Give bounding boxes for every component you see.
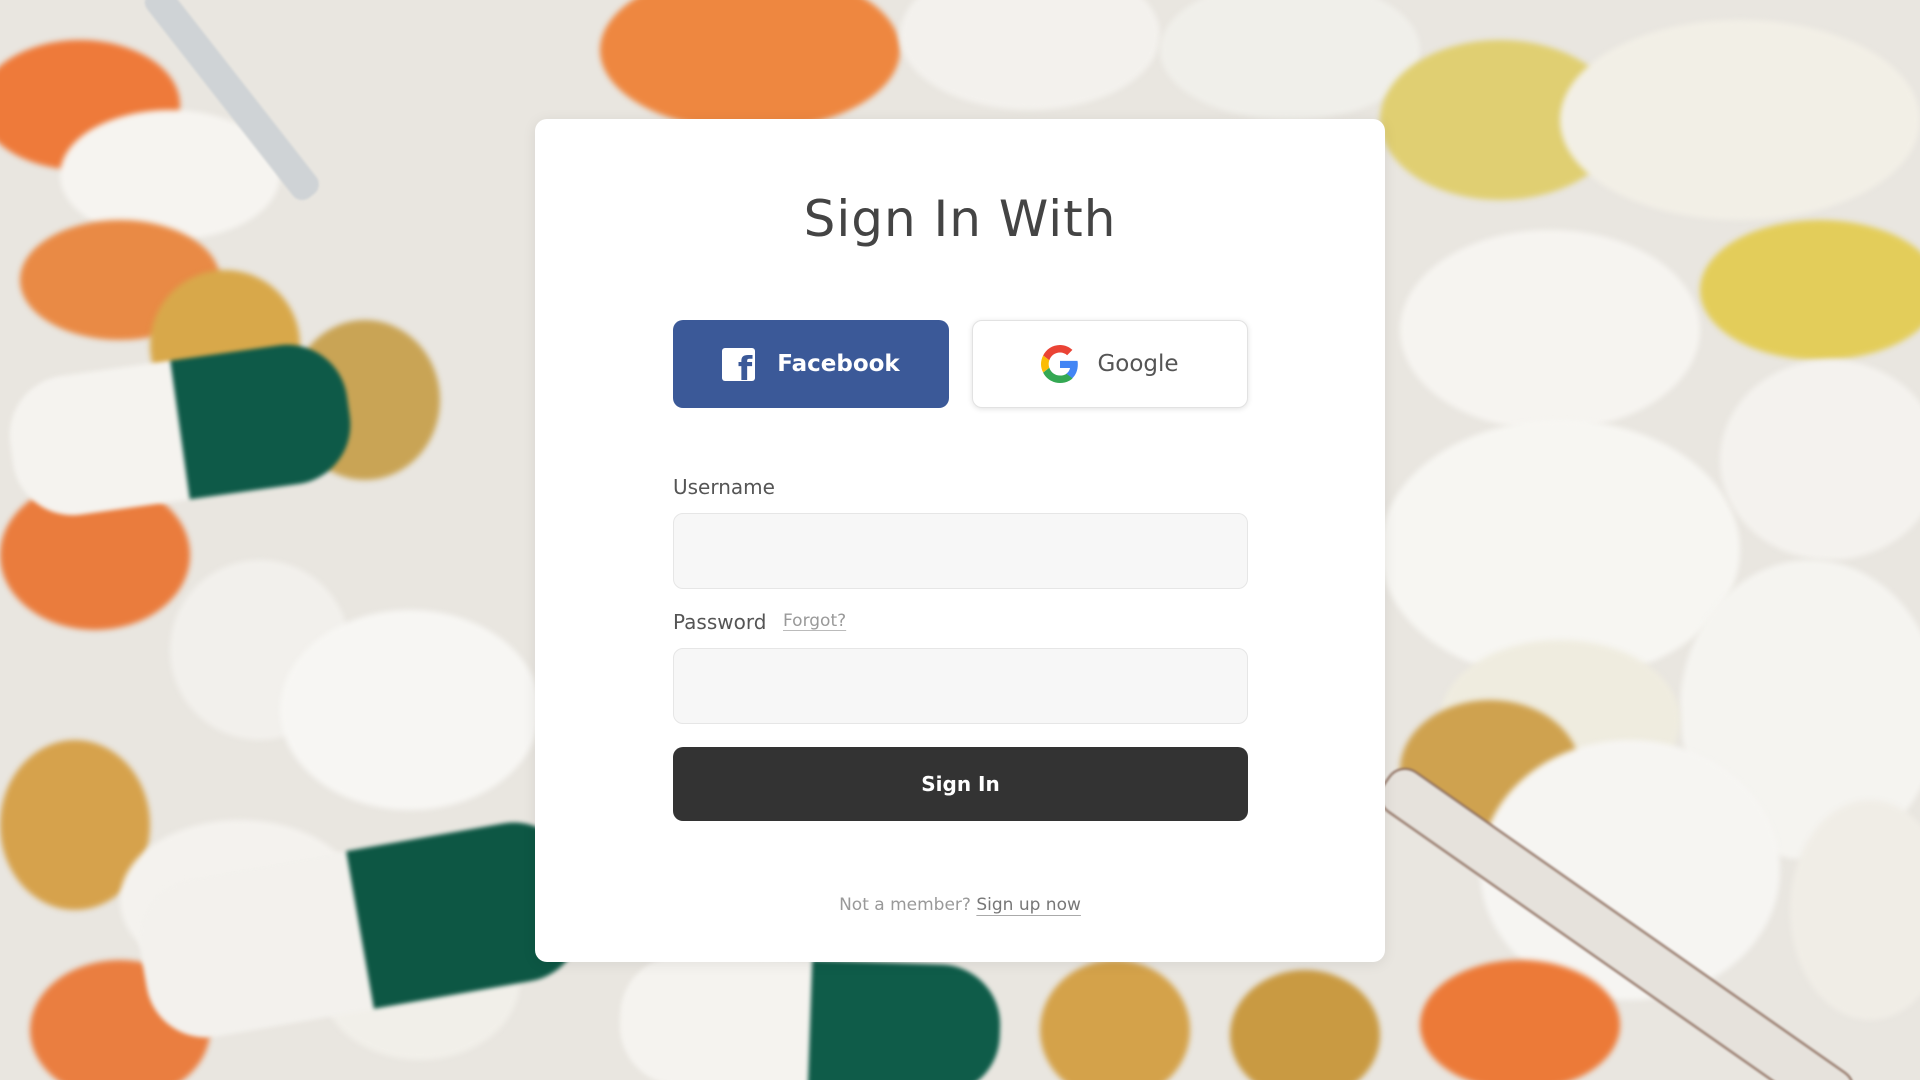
sign-up-link[interactable]: Sign up now: [976, 895, 1081, 915]
google-login-button[interactable]: Google: [972, 320, 1248, 408]
facebook-button-label: Facebook: [777, 351, 900, 377]
forgot-password-link[interactable]: Forgot?: [783, 611, 846, 631]
username-label: Username: [673, 475, 775, 499]
facebook-icon: f: [722, 347, 756, 381]
signup-prompt: Not a member? Sign up now: [0, 895, 1920, 915]
google-icon: [1041, 345, 1079, 383]
username-input[interactable]: [673, 513, 1248, 589]
password-label: Password: [673, 610, 767, 634]
google-button-label: Google: [1097, 351, 1179, 377]
not-member-text: Not a member?: [839, 895, 971, 915]
sign-in-button[interactable]: Sign In: [673, 747, 1248, 821]
password-input[interactable]: [673, 648, 1248, 724]
facebook-login-button[interactable]: f Facebook: [673, 320, 949, 408]
page-title: Sign In With: [803, 190, 1117, 248]
